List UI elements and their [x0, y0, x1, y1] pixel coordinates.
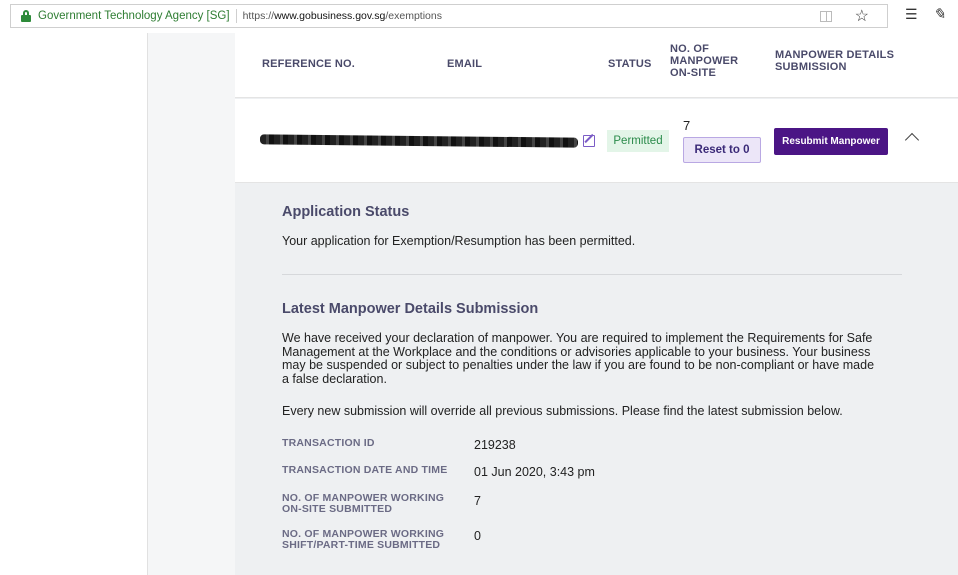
edit-icon[interactable]: [583, 135, 595, 147]
reader-mode-icon[interactable]: [820, 11, 832, 22]
page-background: REFERENCE NO. EMAIL STATUS NO. OF MANPOW…: [147, 33, 958, 575]
header-manpower-onsite: NO. OF MANPOWER ON-SITE: [670, 43, 739, 79]
transaction-datetime-label: TRANSACTION DATE AND TIME: [282, 464, 448, 476]
transaction-id-value: 219238: [474, 438, 516, 452]
resubmit-manpower-button[interactable]: Resubmit Manpower: [774, 128, 888, 155]
table-row: Permitted 7 Reset to 0 Resubmit Manpower: [235, 99, 958, 183]
application-status-title: Application Status: [282, 204, 410, 220]
declaration-text: We have received your declaration of man…: [282, 331, 875, 386]
override-note: Every new submission will override all p…: [282, 404, 843, 418]
onsite-submitted-label: NO. OF MANPOWER WORKING ON-SITE SUBMITTE…: [282, 492, 445, 515]
header-reference: REFERENCE NO.: [262, 58, 356, 70]
exemption-panel: REFERENCE NO. EMAIL STATUS NO. OF MANPOW…: [235, 33, 958, 575]
section-divider: [282, 274, 902, 275]
divider: [235, 9, 237, 23]
pen-icon[interactable]: ✎: [933, 5, 946, 23]
latest-submission-title: Latest Manpower Details Submission: [282, 301, 539, 317]
reset-button[interactable]: Reset to 0: [683, 137, 761, 163]
header-manpower-details: MANPOWER DETAILS SUBMISSION: [775, 49, 895, 73]
star-icon[interactable]: ☆: [855, 6, 869, 26]
shift-submitted-value: 0: [474, 529, 481, 543]
site-identity[interactable]: Government Technology Agency [SG]: [38, 10, 230, 22]
chevron-up-icon[interactable]: [904, 132, 920, 148]
manpower-count: 7: [683, 118, 691, 133]
favorites-icon[interactable]: ☰: [905, 6, 918, 23]
address-bar: Government Technology Agency [SG] https:…: [0, 0, 958, 33]
shift-submitted-label: NO. OF MANPOWER WORKING SHIFT/PART-TIME …: [282, 528, 445, 551]
table-header: REFERENCE NO. EMAIL STATUS NO. OF MANPOW…: [235, 33, 958, 98]
url-field[interactable]: Government Technology Agency [SG] https:…: [10, 4, 888, 28]
redacted-reference-email: [259, 134, 579, 148]
url-text[interactable]: https://www.gobusiness.gov.sg/exemptions: [243, 10, 442, 22]
transaction-datetime-value: 01 Jun 2020, 3:43 pm: [474, 465, 595, 479]
header-status: STATUS: [608, 58, 652, 70]
application-status-text: Your application for Exemption/Resumptio…: [282, 234, 636, 248]
transaction-id-label: TRANSACTION ID: [282, 437, 375, 449]
lock-icon: [21, 10, 31, 22]
status-badge: Permitted: [607, 130, 669, 152]
onsite-submitted-value: 7: [474, 494, 481, 508]
header-email: EMAIL: [447, 58, 483, 70]
